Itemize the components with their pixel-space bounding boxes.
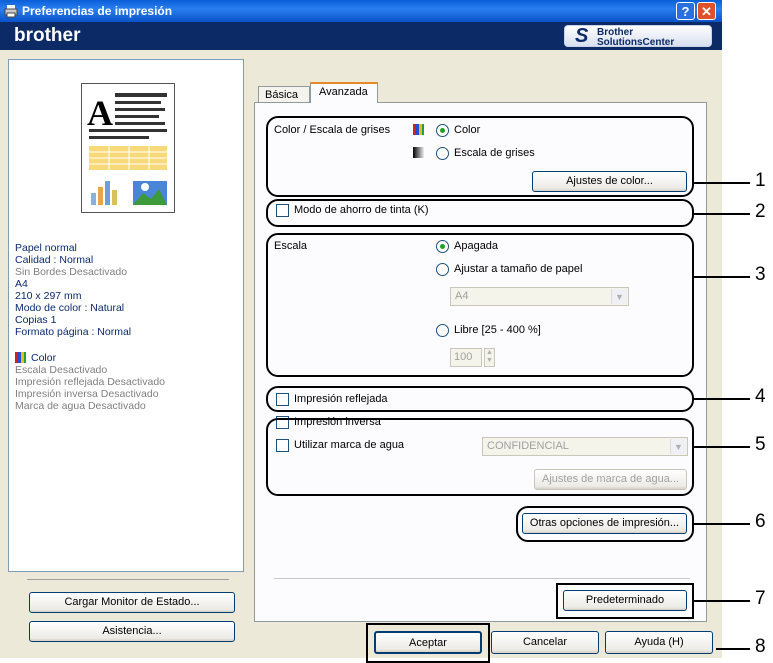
callout-line-8 — [716, 648, 750, 650]
settings-summary-panel: A Papel normal Calidad : Normal Sin Bord… — [8, 59, 244, 580]
color-swatch-icon — [15, 352, 26, 363]
summary-dimensions: 210 x 297 mm — [15, 290, 82, 302]
brother-logo: brother — [14, 25, 81, 46]
callout-line-3 — [694, 276, 750, 278]
title-bar: Preferencias de impresión ? ✕ — [0, 0, 722, 22]
summary-copies: Copias 1 — [15, 314, 57, 326]
callout-box-7 — [556, 583, 694, 619]
help-button[interactable]: Ayuda (H) — [605, 631, 713, 654]
svg-text:A: A — [87, 93, 113, 133]
callout-box-1 — [266, 116, 694, 197]
status-monitor-button[interactable]: Cargar Monitor de Estado... — [29, 592, 235, 613]
callout-box-4 — [266, 386, 694, 412]
summary-borderless: Sin Bordes Desactivado — [15, 266, 128, 278]
callout-number-8: 8 — [755, 636, 766, 657]
tab-avanzada[interactable]: Avanzada — [310, 82, 378, 103]
callout-number-3: 3 — [755, 264, 766, 285]
callout-box-3 — [266, 233, 694, 377]
callout-box-5 — [266, 418, 694, 496]
summary-color-mode: Modo de color : Natural — [15, 302, 125, 314]
callout-number-4: 4 — [755, 386, 766, 407]
brand-bar: brother S Brother SolutionsCenter — [0, 22, 722, 50]
callout-box-2 — [266, 199, 694, 227]
divider — [27, 579, 229, 580]
summary-paper-type: Papel normal — [15, 242, 77, 254]
tab-basica[interactable]: Básica — [258, 86, 310, 103]
divider — [274, 578, 690, 579]
callout-line-5 — [694, 446, 750, 448]
help-icon[interactable]: ? — [676, 2, 695, 20]
callout-number-1: 1 — [755, 170, 766, 191]
cancel-button[interactable]: Cancelar — [491, 631, 599, 654]
summary-page-format: Formato página : Normal — [15, 326, 132, 338]
summary-watermark: Marca de agua Desactivado — [15, 400, 146, 412]
callout-number-7: 7 — [755, 588, 766, 609]
brother-s-icon: S — [575, 25, 589, 47]
solutions-center-label: Brother SolutionsCenter — [597, 27, 675, 48]
summary-scale: Escala Desactivado — [15, 364, 108, 376]
callout-box-8 — [366, 623, 490, 663]
callout-line-4 — [694, 398, 750, 400]
summary-reverse: Impresión inversa Desactivado — [15, 388, 159, 400]
solutions-center-button[interactable]: S Brother SolutionsCenter — [564, 25, 712, 48]
callout-box-6 — [516, 506, 694, 542]
support-button[interactable]: Asistencia... — [29, 621, 235, 642]
summary-color: Color — [31, 352, 57, 364]
callout-line-1 — [694, 182, 750, 184]
callout-line-2 — [694, 213, 750, 215]
printer-icon — [4, 5, 18, 18]
callout-line-7 — [694, 600, 750, 602]
callout-line-6 — [694, 523, 750, 525]
summary-paper-size: A4 — [15, 278, 28, 290]
callout-number-2: 2 — [755, 201, 766, 222]
window-title: Preferencias de impresión — [22, 4, 173, 18]
callout-number-6: 6 — [755, 511, 766, 532]
summary-mirror: Impresión reflejada Desactivado — [15, 376, 165, 388]
callout-number-5: 5 — [755, 434, 766, 455]
summary-quality: Calidad : Normal — [15, 254, 94, 266]
page-preview-image: A — [81, 83, 175, 213]
close-icon[interactable]: ✕ — [697, 2, 716, 20]
